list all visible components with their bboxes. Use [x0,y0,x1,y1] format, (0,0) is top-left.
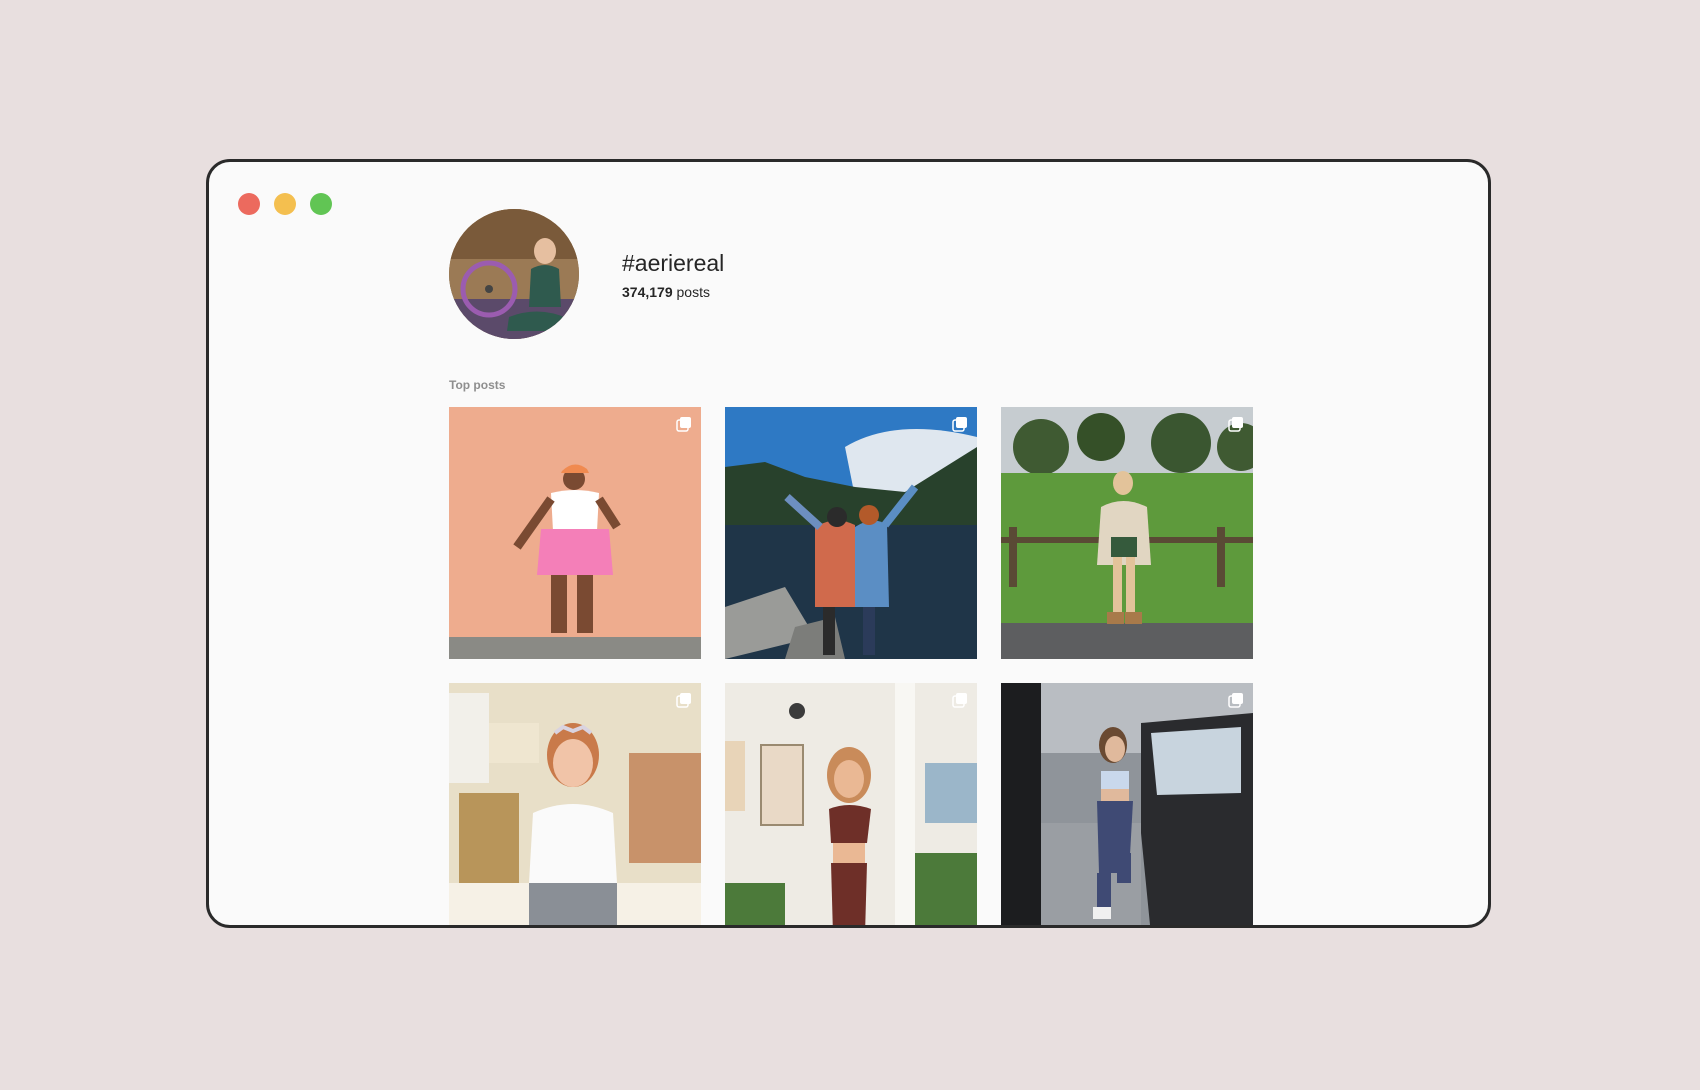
close-window-button[interactable] [238,193,260,215]
post-count-value: 374,179 [622,283,673,300]
post-thumbnail[interactable] [725,407,977,659]
multiple-photos-icon [1228,693,1243,708]
window-controls [238,193,332,215]
post-count-label: posts [676,283,710,300]
multiple-photos-icon [676,693,691,708]
multiple-photos-icon [952,417,967,432]
post-count: 374,179 posts [622,284,724,300]
multiple-photos-icon [676,417,691,432]
hashtag-title: #aeriereal [622,249,725,276]
top-posts-grid [449,407,1253,925]
post-thumbnail[interactable] [1001,407,1253,659]
hashtag-header: #aeriereal 374,179 posts [449,209,724,339]
multiple-photos-icon [1228,417,1243,432]
post-thumbnail[interactable] [449,683,701,925]
top-posts-label: Top posts [449,378,506,392]
post-thumbnail[interactable] [725,683,977,925]
post-thumbnail[interactable] [1001,683,1253,925]
multiple-photos-icon [952,693,967,708]
maximize-window-button[interactable] [310,193,332,215]
minimize-window-button[interactable] [274,193,296,215]
hashtag-info: #aeriereal 374,179 posts [622,249,724,300]
browser-window: #aeriereal 374,179 posts Top posts [206,159,1491,928]
post-thumbnail[interactable] [449,407,701,659]
hashtag-avatar [449,209,579,339]
